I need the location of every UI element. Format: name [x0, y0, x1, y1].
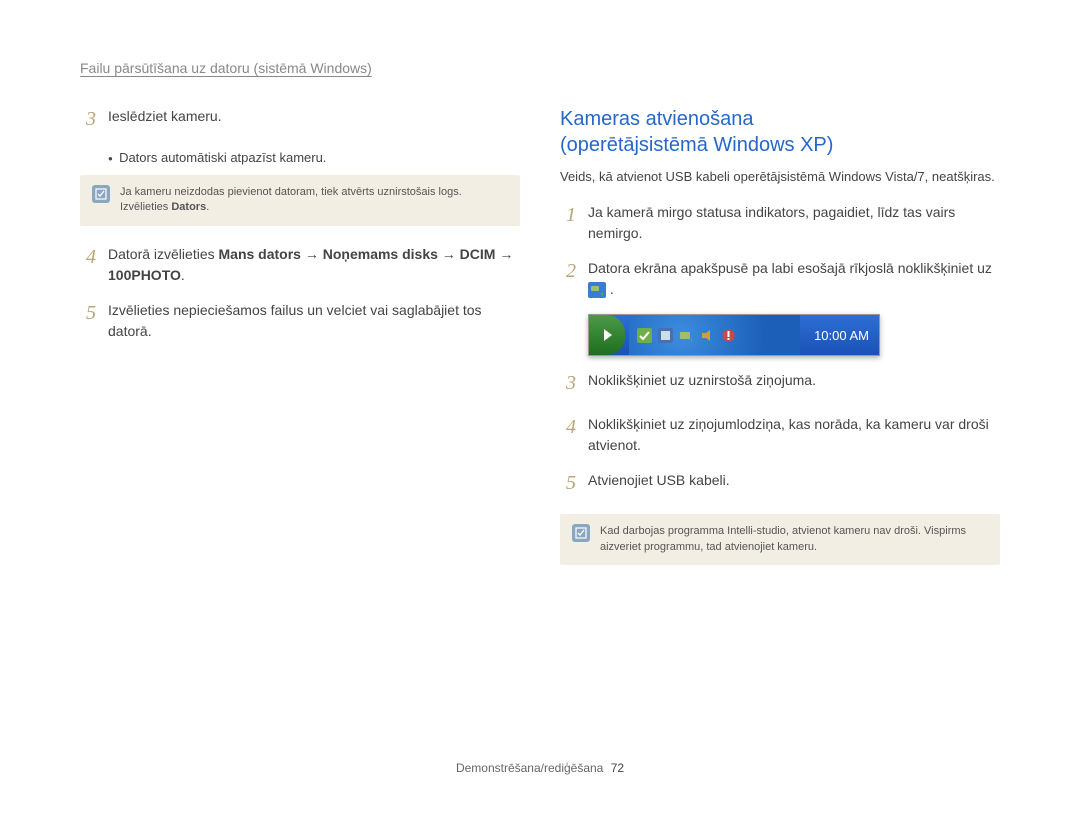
step-text: Izvēlieties nepieciešamos failus un velc…: [108, 300, 520, 342]
breadcrumb: Failu pārsūtīšana uz datoru (sistēmā Win…: [80, 60, 1000, 76]
tray-icon: [637, 328, 652, 343]
step-3: 3 Ieslēdziet kameru.: [80, 106, 520, 136]
bullet-auto-recognize: Dators automātiski atpazīst kameru.: [108, 150, 520, 165]
note-box-2: Kad darbojas programma Intelli-studio, a…: [560, 514, 1000, 565]
right-column: Kameras atvienošana (operētājsistēmā Win…: [560, 106, 1000, 583]
step-number: 4: [560, 412, 582, 442]
step-5: 5 Izvēlieties nepieciešamos failus un ve…: [80, 300, 520, 342]
section-title: Kameras atvienošana (operētājsistēmā Win…: [560, 106, 1000, 158]
note-text: Ja kameru neizdodas pievienot datoram, t…: [120, 185, 508, 216]
step-number: 4: [80, 242, 102, 272]
r-step-2: 2 Datora ekrāna apakšpusē pa labi esošaj…: [560, 258, 1000, 300]
note1-bold: Dators: [171, 201, 206, 213]
step-number: 5: [560, 468, 582, 498]
step-text: Datora ekrāna apakšpusē pa labi esošajā …: [588, 258, 1000, 300]
r-step-1: 1 Ja kamerā mirgo statusa indikators, pa…: [560, 202, 1000, 244]
safely-remove-icon: [588, 282, 606, 298]
step-text: Noklikšķiniet uz uznirstošā ziņojuma.: [588, 370, 816, 391]
step-number: 5: [80, 298, 102, 328]
page-footer: Demonstrēšana/rediģēšana 72: [0, 761, 1080, 775]
note-icon: [572, 524, 590, 542]
tray-icon: [700, 328, 715, 343]
footer-page-number: 72: [611, 761, 624, 775]
tray-icon: [658, 328, 673, 343]
title-l1: Kameras atvienošana: [560, 108, 753, 130]
r-step-3: 3 Noklikšķiniet uz uznirstošā ziņojuma.: [560, 370, 1000, 400]
step-number: 2: [560, 256, 582, 286]
step-4: 4 Datorā izvēlieties Mans dators → Noņem…: [80, 244, 520, 286]
step-text: Noklikšķiniet uz ziņojumlodziņa, kas nor…: [588, 414, 1000, 456]
step-number: 1: [560, 200, 582, 230]
system-tray: [629, 315, 800, 355]
s2-a: Datora ekrāna apakšpusē pa labi esošajā …: [588, 260, 992, 276]
step-text: Ieslēdziet kameru.: [108, 106, 222, 127]
step-text: Ja kamerā mirgo statusa indikators, paga…: [588, 202, 1000, 244]
title-l2: (operētājsistēmā Windows XP): [560, 134, 833, 156]
step-number: 3: [80, 104, 102, 134]
note1-part-c: .: [206, 201, 209, 213]
tray-icon: [679, 328, 694, 343]
note-icon: [92, 185, 110, 203]
step-text: Atvienojiet USB kabeli.: [588, 470, 730, 491]
step-text: Datorā izvēlieties Mans dators → Noņemam…: [108, 244, 520, 286]
r-step-4: 4 Noklikšķiniet uz ziņojumlodziņa, kas n…: [560, 414, 1000, 456]
start-button: [589, 315, 625, 355]
left-column: 3 Ieslēdziet kameru. Dators automātiski …: [80, 106, 520, 583]
taskbar-screenshot: 10:00 AM: [588, 314, 880, 356]
step-number: 3: [560, 368, 582, 398]
content-columns: 3 Ieslēdziet kameru. Dators automātiski …: [80, 106, 1000, 583]
r-step-5: 5 Atvienojiet USB kabeli.: [560, 470, 1000, 500]
step4-c: .: [181, 267, 185, 283]
taskbar-clock: 10:00 AM: [800, 328, 879, 343]
step4-a: Datorā izvēlieties: [108, 246, 219, 262]
s2-b: .: [610, 281, 614, 297]
footer-section: Demonstrēšana/rediģēšana: [456, 761, 603, 775]
note-box-1: Ja kameru neizdodas pievienot datoram, t…: [80, 175, 520, 226]
intro-note: Veids, kā atvienot USB kabeli operētājsi…: [560, 168, 1000, 186]
tray-icon: [721, 328, 736, 343]
note-text: Kad darbojas programma Intelli-studio, a…: [600, 524, 988, 555]
